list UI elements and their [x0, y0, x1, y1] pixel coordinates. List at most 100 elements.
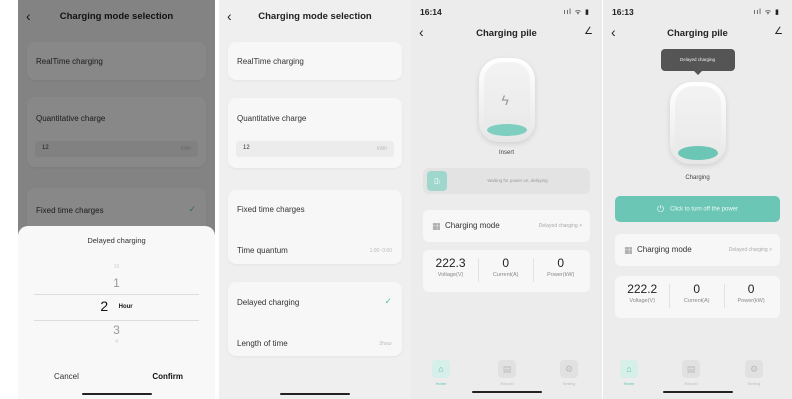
picker-divider — [34, 320, 199, 321]
grid-icon: ▦ — [624, 245, 633, 255]
metric-value: 0 — [693, 282, 700, 296]
quantity-unit: kWh — [377, 146, 387, 152]
status-time: 16:14 — [420, 7, 442, 17]
time-quantum-label: Time quantum — [237, 246, 288, 255]
status-icons: ııl ᯤ ▮ — [753, 9, 780, 16]
option-label: Delayed charging — [237, 298, 300, 307]
charging-mode-row[interactable]: ▦ Charging mode Delayed charging > — [615, 234, 780, 266]
length-of-time-label: Length of time — [237, 339, 288, 348]
current-metric: 0 Current(A) — [478, 256, 533, 278]
home-indicator — [471, 391, 542, 393]
home-icon: ⌂ — [432, 360, 450, 378]
check-icon: ✓ — [384, 296, 392, 306]
metric-label: Voltage(V) — [629, 298, 656, 304]
metric-value: 222.2 — [627, 282, 658, 296]
charging-status-bar: ▯ᵢ Waiting for power on, delaying — [423, 168, 590, 194]
mode-value: Delayed charging > — [538, 223, 582, 229]
picker-option[interactable]: 1 — [18, 276, 215, 290]
charger-graphic: ϟ — [478, 58, 535, 142]
charger-base — [677, 146, 718, 160]
gear-icon: ⚙ — [560, 360, 578, 378]
metric-label: Power(kW) — [737, 298, 765, 304]
tab-bar: ⌂ Home ▤ Record ⚙ Setting — [411, 354, 602, 399]
metric-value: 0 — [557, 256, 565, 270]
tab-home[interactable]: ⌂ Home — [619, 360, 639, 386]
record-icon: ▤ — [498, 360, 516, 378]
quantity-input[interactable]: 12 kWh — [236, 141, 394, 157]
sheet-title: Delayed charging — [87, 236, 146, 245]
tab-record[interactable]: ▤ Record — [681, 360, 701, 386]
picker-option[interactable]: 3 — [18, 323, 215, 337]
turn-off-label: Click to turn off the power — [670, 206, 739, 213]
length-of-time-value[interactable]: 2hour — [379, 341, 392, 347]
tab-label: Setting — [562, 381, 576, 386]
tab-setting[interactable]: ⚙ Setting — [744, 360, 764, 386]
status-icons: ııl ᯤ ▮ — [563, 9, 590, 16]
plug-icon: ▯ᵢ — [427, 171, 447, 191]
picker-selected[interactable]: 2 Hour — [18, 298, 215, 316]
confirm-button[interactable]: Confirm — [152, 372, 183, 381]
tab-label: Home — [435, 381, 447, 386]
metrics-panel: 222.2 Voltage(V) 0 Current(A) 0 Power(kW… — [615, 276, 780, 318]
quantity-value: 12 — [243, 145, 250, 151]
mode-label: Charging mode — [637, 245, 692, 254]
mode-value: Delayed charging > — [728, 247, 772, 253]
option-label: Quantitative charge — [237, 114, 307, 123]
screen-mode-selection-picker: ‹ Charging mode selection RealTime charg… — [18, 0, 215, 399]
metric-value: 0 — [747, 282, 755, 296]
option-fixed-time[interactable]: Fixed time charges Time quantum 1:00~3:0… — [228, 190, 402, 264]
turn-off-power-button[interactable]: ⏻ Click to turn off the power — [615, 196, 780, 222]
edit-icon[interactable]: ∠ — [584, 26, 593, 37]
tab-home[interactable]: ⌂ Home — [431, 360, 451, 386]
power-metric: 0 Power(kW) — [724, 282, 778, 304]
picker-selected-value: 2 — [100, 298, 109, 314]
cancel-button[interactable]: Cancel — [54, 372, 79, 381]
bolt-icon: ϟ — [501, 92, 509, 108]
home-indicator — [81, 393, 152, 395]
status-time: 16:13 — [612, 7, 634, 17]
charger-graphic — [669, 82, 726, 164]
tab-record[interactable]: ▤ Record — [497, 360, 517, 386]
picker-option[interactable]: 4 — [18, 339, 215, 345]
option-quantitative-charge[interactable]: Quantitative charge 12 kWh — [228, 98, 402, 168]
tab-label: Record — [684, 381, 698, 386]
screen-charging-pile-charging: 16:13 ııl ᯤ ▮ ‹ Charging pile ∠ Delayed … — [603, 0, 792, 399]
charging-mode-row[interactable]: ▦ Charging mode Delayed charging > — [423, 210, 590, 242]
mode-label: Charging mode — [445, 221, 500, 230]
status-text: Waiting for power on, delaying — [487, 178, 548, 183]
picker-option[interactable]: 10 — [18, 264, 215, 270]
navbar: ‹ Charging pile ∠ — [603, 18, 792, 52]
grid-icon: ▦ — [432, 221, 441, 231]
record-icon: ▤ — [682, 360, 700, 378]
page-title: Charging mode selection — [258, 11, 372, 22]
home-indicator — [280, 393, 350, 395]
picker-unit: Hour — [118, 303, 133, 310]
current-metric: 0 Current(A) — [669, 282, 723, 304]
metric-label: Current(A) — [492, 272, 519, 278]
charger-state-label: Insert — [498, 150, 514, 156]
page-title: Charging pile — [667, 28, 728, 39]
home-icon: ⌂ — [620, 360, 638, 378]
gear-icon: ⚙ — [745, 360, 763, 378]
metric-label: Voltage(V) — [437, 272, 464, 278]
screen-mode-selection: ‹ Charging mode selection RealTime charg… — [219, 0, 411, 399]
time-quantum-value[interactable]: 1:00~3:00 — [370, 248, 392, 254]
charger-state-label: Charging — [685, 175, 710, 181]
metrics-panel: 222.3 Voltage(V) 0 Current(A) 0 Power(kW… — [423, 250, 590, 292]
metric-label: Power(kW) — [547, 272, 575, 278]
charger-base — [486, 124, 527, 136]
screen-charging-pile-waiting: 16:14 ııl ᯤ ▮ ‹ Charging pile ∠ ϟ Insert… — [411, 0, 602, 399]
option-realtime-charging[interactable]: RealTime charging — [228, 42, 402, 80]
navbar: ‹ Charging pile ∠ — [411, 18, 602, 52]
option-label: RealTime charging — [237, 57, 304, 66]
option-delayed-charging[interactable]: Delayed charging ✓ Length of time 2hour — [228, 282, 402, 356]
metric-label: Current(A) — [683, 298, 710, 304]
power-icon: ⏻ — [656, 204, 665, 214]
page-title: Charging pile — [476, 28, 537, 39]
tab-setting[interactable]: ⚙ Setting — [559, 360, 579, 386]
edit-icon[interactable]: ∠ — [774, 26, 783, 37]
metric-value: 222.3 — [435, 256, 466, 270]
tab-label: Home — [623, 381, 635, 386]
navbar: ‹ Charging mode selection — [219, 0, 411, 34]
tab-label: Record — [500, 381, 514, 386]
